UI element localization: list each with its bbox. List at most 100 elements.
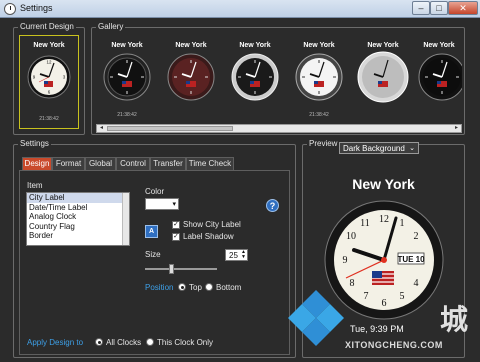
close-button[interactable]: ✕: [448, 1, 478, 15]
preview-date-badge: TUE 10: [397, 255, 425, 264]
svg-text:8: 8: [350, 278, 355, 289]
gallery-item[interactable]: New York 21:38:42: [288, 34, 350, 122]
size-slider-thumb[interactable]: [169, 264, 174, 274]
item-list[interactable]: City Label Date/Time Label Analog Clock …: [26, 192, 130, 246]
current-design-label: Current Design: [18, 22, 76, 31]
svg-text:9: 9: [343, 255, 348, 266]
stepper-arrows-icon[interactable]: ▲ ▼: [241, 250, 246, 260]
preview-background-value: Dark Background: [343, 144, 405, 153]
position-label: Position: [145, 283, 174, 292]
gallery-item-city: New York: [239, 42, 271, 49]
tab-control[interactable]: Control: [116, 157, 150, 170]
gallery-clock-face: [231, 53, 279, 101]
gallery-item-city: New York: [303, 42, 335, 49]
color-label: Color: [145, 187, 165, 196]
gallery-item[interactable]: New York: [416, 34, 462, 122]
svg-text:12: 12: [379, 214, 389, 225]
tab-time-check[interactable]: Time Check: [186, 157, 234, 170]
preview-city: New York: [352, 176, 415, 192]
svg-text:11: 11: [360, 218, 370, 229]
position-top-radio[interactable]: [178, 283, 186, 291]
gallery-item[interactable]: New York: [352, 34, 414, 122]
maximize-button[interactable]: □: [430, 1, 448, 15]
apply-all-clocks-radio[interactable]: [95, 338, 103, 346]
gallery-item-city: New York: [423, 42, 455, 49]
svg-text:7: 7: [364, 291, 369, 302]
apply-all-clocks-text: All Clocks: [106, 338, 142, 347]
tab-transfer[interactable]: Transfer: [150, 157, 186, 170]
current-design-clock[interactable]: New York 12 3 6 9 21:38:42: [19, 35, 79, 129]
gallery-clock-face: [357, 51, 409, 103]
text-format-button[interactable]: A: [145, 225, 158, 238]
gallery-clock-face: [295, 53, 343, 101]
svg-text:4: 4: [414, 278, 419, 289]
current-design-time: 21:38:42: [39, 116, 59, 122]
svg-text:1: 1: [400, 218, 405, 229]
position-bottom-radio[interactable]: [205, 283, 213, 291]
preview-background-select[interactable]: Dark Background ⌄: [339, 142, 419, 154]
label-shadow-checkbox[interactable]: ✓: [172, 233, 180, 241]
gallery-clock-face: [418, 53, 462, 101]
title-bar: Settings – □ ✕: [0, 0, 480, 18]
help-icon[interactable]: ?: [266, 199, 279, 212]
watermark-site: XITONGCHENG.COM: [345, 340, 443, 350]
settings-label: Settings: [18, 139, 51, 148]
current-design-group: Current Design New York 12 3 6 9 21:38:42: [13, 22, 85, 135]
apply-this-clock-text: This Clock Only: [157, 338, 214, 347]
watermark-char: 城: [440, 304, 469, 335]
scroll-thumb[interactable]: [107, 126, 233, 131]
gallery-item-city: New York: [111, 42, 143, 49]
svg-text:5: 5: [400, 291, 405, 302]
gallery-item-city: New York: [175, 42, 207, 49]
window-title: Settings: [20, 3, 53, 13]
list-item[interactable]: Border: [27, 231, 129, 241]
svg-text:6: 6: [382, 298, 387, 309]
position-top-text: Top: [189, 283, 202, 292]
color-select[interactable]: ▾: [145, 198, 179, 210]
size-slider[interactable]: [145, 264, 217, 274]
gallery-scrollbar[interactable]: ◂ ▸: [96, 124, 462, 133]
gallery-item[interactable]: New York 21:38:42: [96, 34, 158, 122]
gallery-label: Gallery: [96, 22, 126, 31]
list-item[interactable]: Country Flag: [27, 222, 129, 232]
chevron-down-icon: ▾: [172, 201, 176, 208]
label-shadow-text: Label Shadow: [183, 232, 234, 241]
gallery-item-time: 21:38:42: [117, 112, 137, 118]
show-city-label-checkbox[interactable]: ✓: [172, 221, 180, 229]
clock-app-icon: [4, 3, 16, 15]
apply-design-label: Apply Design to: [27, 338, 84, 347]
list-item[interactable]: Date/Time Label: [27, 203, 129, 213]
gallery-item[interactable]: New York: [224, 34, 286, 122]
current-design-clock-face: 12369: [27, 55, 71, 99]
tab-format[interactable]: Format: [52, 157, 85, 170]
chevron-down-icon: ⌄: [409, 145, 415, 152]
gallery-strip: New York 21:38:42 New York New York New …: [96, 34, 462, 122]
svg-text:10: 10: [346, 231, 356, 242]
gallery-group: Gallery New York 21:38:42 New York New Y…: [91, 22, 465, 135]
svg-text:2: 2: [414, 231, 419, 242]
gallery-clock-face: [167, 53, 215, 101]
preview-label: Preview: [307, 139, 340, 148]
tab-design[interactable]: Design: [22, 157, 52, 170]
list-scrollbar[interactable]: [122, 193, 129, 245]
size-slider-track: [145, 268, 217, 270]
minimize-button[interactable]: –: [412, 1, 430, 15]
gallery-item[interactable]: New York: [160, 34, 222, 122]
apply-this-clock-radio[interactable]: [146, 338, 154, 346]
gallery-item-city: New York: [367, 42, 399, 49]
gallery-item-time: 21:38:42: [309, 112, 329, 118]
watermark-logo: [288, 290, 344, 346]
scroll-right-arrow[interactable]: ▸: [452, 125, 461, 132]
gallery-clock-face: [103, 53, 151, 101]
size-label: Size: [145, 250, 161, 259]
size-value: 25: [229, 251, 238, 260]
settings-window: Current Design New York 12 3 6 9 21:38:42 G…: [0, 18, 480, 362]
current-design-city: New York: [33, 42, 65, 49]
svg-text:12: 12: [46, 60, 52, 65]
list-item[interactable]: City Label: [27, 193, 129, 203]
size-stepper[interactable]: 25 ▲ ▼: [225, 249, 248, 261]
scroll-left-arrow[interactable]: ◂: [97, 125, 106, 132]
item-label: Item: [27, 181, 43, 190]
tab-global[interactable]: Global: [85, 157, 116, 170]
list-item[interactable]: Analog Clock: [27, 212, 129, 222]
